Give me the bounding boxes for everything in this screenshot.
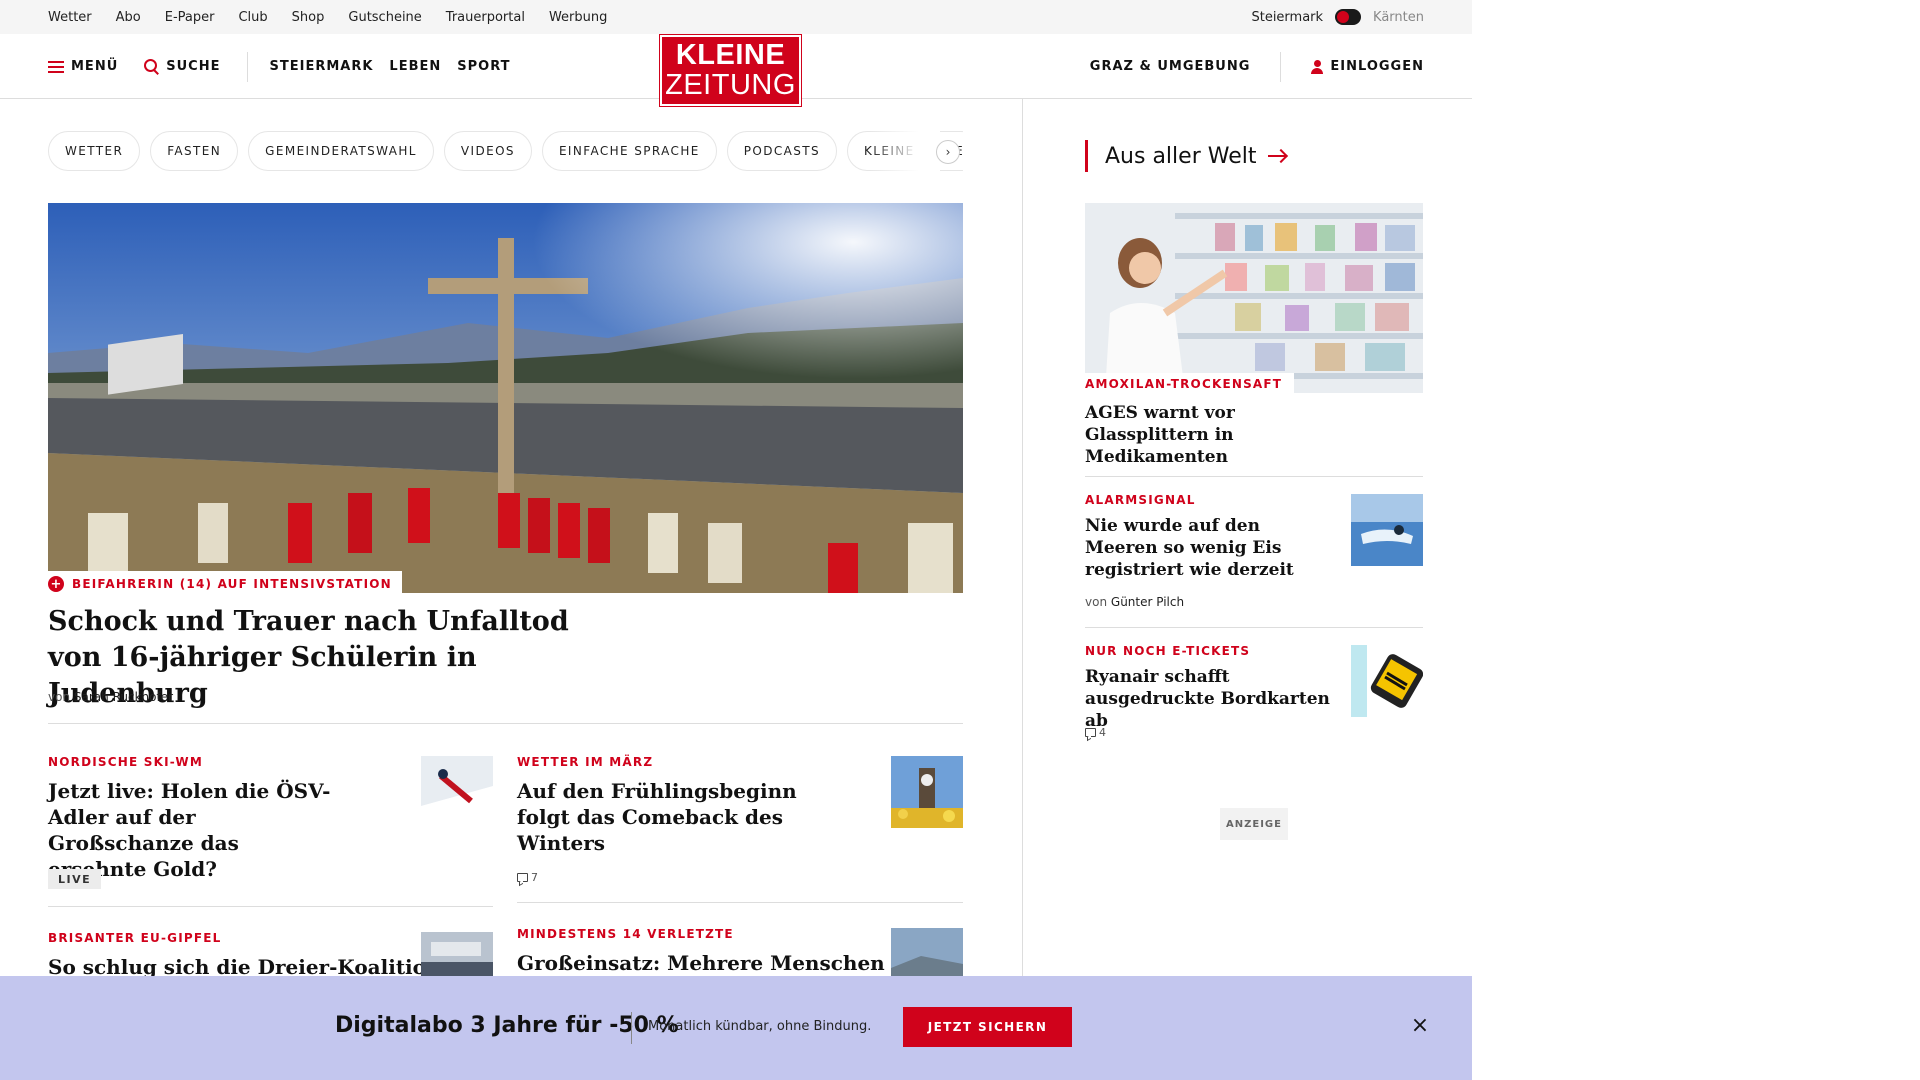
- comment-count-value: 4: [1099, 726, 1106, 739]
- divider: [48, 906, 493, 907]
- sidebar-kicker-overlay: AMOXILAN-TROCKENSAFT: [1085, 373, 1295, 395]
- utility-link-abo[interactable]: Abo: [116, 10, 141, 25]
- comment-icon: [1085, 728, 1096, 737]
- header-right: GRAZ & UMGEBUNG EINLOGGEN: [1090, 34, 1424, 99]
- region-steiermark[interactable]: Steiermark: [1251, 10, 1323, 25]
- live-badge: LIVE: [48, 869, 102, 889]
- teaser-thumbnail[interactable]: [421, 756, 493, 828]
- byline-prefix: von: [1085, 595, 1108, 609]
- sidebar-thumbnail[interactable]: [1351, 494, 1423, 566]
- section-title-text: Aus aller Welt: [1105, 143, 1257, 169]
- hero-image[interactable]: [48, 203, 963, 593]
- utility-links: Wetter Abo E-Paper Club Shop Gutscheine …: [48, 0, 607, 34]
- hamburger-icon: [48, 60, 64, 73]
- banner-subtitle: Monatlich kündbar, ohne Bindung.: [648, 1019, 872, 1034]
- divider: [517, 902, 963, 903]
- utility-link-wetter[interactable]: Wetter: [48, 10, 92, 25]
- column-divider: [1022, 99, 1023, 979]
- logo-line-1: KLEINE: [675, 39, 786, 71]
- sidebar-kicker: NUR NOCH E-TICKETS: [1085, 644, 1251, 658]
- region-toggle[interactable]: [1335, 9, 1362, 25]
- subscribe-button[interactable]: JETZT SICHERN: [903, 1007, 1072, 1047]
- menu-label: MENÜ: [71, 59, 119, 74]
- main-header: MENÜ SUCHE STEIERMARK LEBEN SPORT KLEINE…: [0, 34, 1472, 107]
- search-icon: [144, 59, 159, 74]
- byline-prefix: von: [48, 690, 71, 704]
- plus-icon: +: [48, 576, 64, 592]
- teaser-kicker: BRISANTER EU-GIPFEL: [48, 931, 222, 945]
- nav-leben[interactable]: LEBEN: [389, 59, 441, 74]
- user-icon: [1311, 59, 1324, 74]
- comment-count[interactable]: 7: [517, 871, 538, 884]
- hero-byline: von Sarah Ruckhofer: [48, 690, 173, 704]
- sidebar-thumbnail[interactable]: [1351, 645, 1423, 717]
- sidebar-headline[interactable]: Ryanair schafft ausgedruckte Bordkarten …: [1085, 666, 1335, 732]
- region-switch: Steiermark Kärnten: [1251, 0, 1424, 34]
- sidebar-author[interactable]: Günter Pilch: [1111, 595, 1184, 609]
- hero-kicker: + BEIFAHRERIN (14) AUF INTENSIVSTATION: [48, 571, 402, 597]
- chevron-right-icon[interactable]: ›: [936, 140, 960, 164]
- utility-bar: Wetter Abo E-Paper Club Shop Gutscheine …: [0, 0, 1472, 34]
- chip-einfache-sprache[interactable]: EINFACHE SPRACHE: [541, 131, 717, 171]
- local-region-link[interactable]: GRAZ & UMGEBUNG: [1090, 59, 1251, 74]
- header-divider-right: [1280, 51, 1282, 82]
- header-left: MENÜ SUCHE STEIERMARK LEBEN SPORT: [48, 34, 537, 99]
- teaser-headline[interactable]: Großeinsatz: Mehrere Menschen: [517, 950, 885, 976]
- login-label: EINLOGGEN: [1330, 59, 1424, 74]
- page: Wetter Abo E-Paper Club Shop Gutscheine …: [0, 0, 1472, 1080]
- utility-link-gutscheine[interactable]: Gutscheine: [348, 10, 421, 25]
- teaser-headline[interactable]: Auf den Frühlingsbeginn folgt das Comeba…: [517, 778, 847, 856]
- comment-count[interactable]: 4: [1085, 726, 1106, 739]
- comment-count-value: 7: [531, 871, 538, 884]
- sidebar-kicker: ALARMSIGNAL: [1085, 493, 1196, 507]
- banner-divider: [631, 1012, 632, 1044]
- hero-author[interactable]: Sarah Ruckhofer: [74, 690, 173, 704]
- kleine-zeitung-logo[interactable]: KLEINE ZEITUNG: [659, 34, 802, 107]
- nav-steiermark[interactable]: STEIERMARK: [270, 59, 374, 74]
- utility-link-shop[interactable]: Shop: [292, 10, 325, 25]
- comment-icon: [517, 873, 528, 882]
- sidebar-headline[interactable]: Nie wurde auf den Meeren so wenig Eis re…: [1085, 515, 1305, 581]
- search-button[interactable]: SUCHE: [144, 59, 220, 74]
- utility-link-epaper[interactable]: E-Paper: [165, 10, 215, 25]
- teaser-kicker: WETTER IM MÄRZ: [517, 755, 654, 769]
- divider: [1085, 627, 1423, 628]
- teaser-kicker: MINDESTENS 14 VERLETZTE: [517, 927, 734, 941]
- close-icon[interactable]: ×: [1410, 1015, 1430, 1037]
- teaser-headline[interactable]: Jetzt live: Holen die ÖSV-Adler auf der …: [48, 778, 338, 882]
- chip-videos[interactable]: VIDEOS: [443, 131, 532, 171]
- hero-kicker-text: BEIFAHRERIN (14) AUF INTENSIVSTATION: [72, 577, 392, 591]
- chip-gemeinderatswahl[interactable]: GEMEINDERATSWAHL: [248, 131, 434, 171]
- chips-fade: [870, 131, 940, 171]
- logo-line-2: ZEITUNG: [665, 69, 796, 101]
- utility-link-trauerportal[interactable]: Trauerportal: [446, 10, 525, 25]
- divider: [48, 723, 963, 724]
- ad-label: ANZEIGE: [1220, 808, 1288, 840]
- chip-fasten[interactable]: FASTEN: [150, 131, 239, 171]
- arrow-right-icon: [1268, 155, 1287, 157]
- utility-link-werbung[interactable]: Werbung: [549, 10, 607, 25]
- chip-podcasts[interactable]: PODCASTS: [726, 131, 838, 171]
- search-label: SUCHE: [166, 59, 221, 74]
- section-title-aus-aller-welt[interactable]: Aus aller Welt: [1085, 140, 1287, 172]
- header-divider: [246, 51, 248, 82]
- teaser-thumbnail[interactable]: [891, 756, 963, 828]
- nav-sport[interactable]: SPORT: [457, 59, 510, 74]
- chip-wetter[interactable]: WETTER: [48, 131, 141, 171]
- divider: [1085, 476, 1423, 477]
- utility-link-club[interactable]: Club: [238, 10, 267, 25]
- menu-button[interactable]: MENÜ: [48, 59, 118, 74]
- banner-title: Digitalabo 3 Jahre für -50 %: [335, 1013, 679, 1038]
- sidebar-headline[interactable]: AGES warnt vor Glassplittern in Medikame…: [1085, 402, 1355, 468]
- sidebar-kicker: AMOXILAN-TROCKENSAFT: [1085, 377, 1283, 391]
- outside-viewport-area: [1472, 0, 1920, 1080]
- teaser-kicker: NORDISCHE SKI-WM: [48, 755, 204, 769]
- region-kaernten[interactable]: Kärnten: [1373, 10, 1424, 25]
- topic-chips: WETTER FASTEN GEMEINDERATSWAHL VIDEOS EI…: [48, 131, 963, 171]
- sidebar-lead-image[interactable]: [1085, 203, 1423, 393]
- sidebar-byline: von Günter Pilch: [1085, 595, 1184, 609]
- login-button[interactable]: EINLOGGEN: [1311, 59, 1424, 74]
